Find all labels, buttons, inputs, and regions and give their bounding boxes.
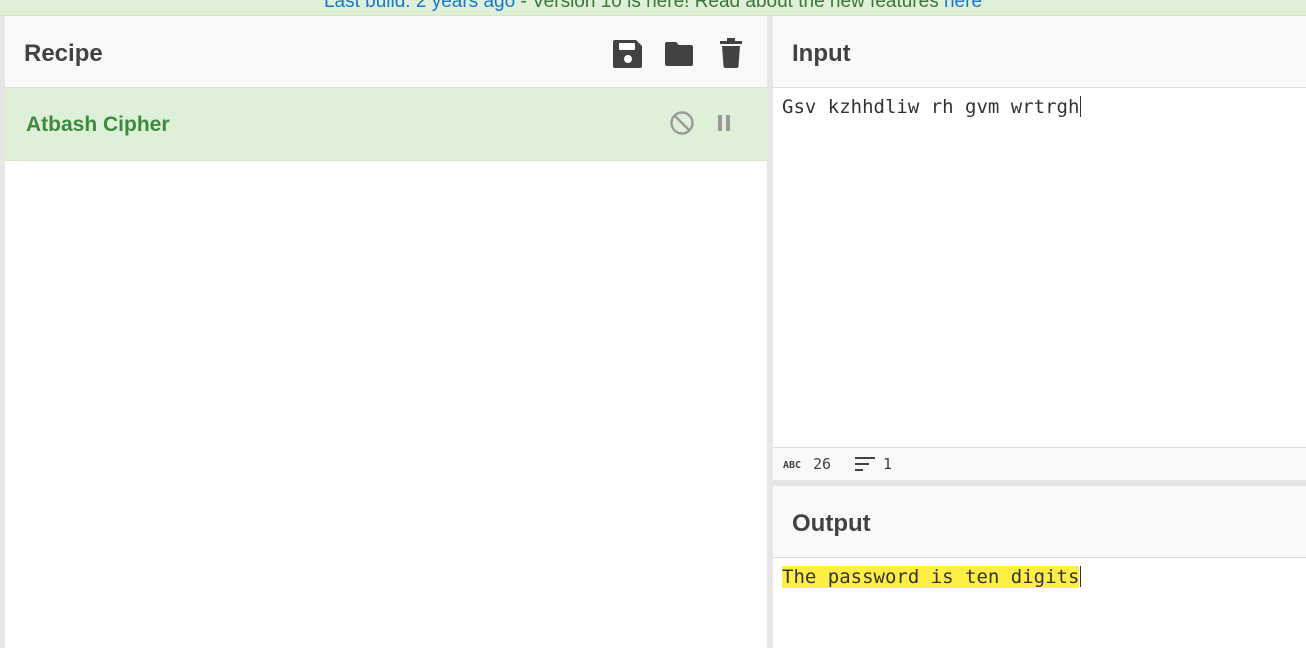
banner-version-text: Version 10 is here! Read about the new f… xyxy=(532,0,939,12)
recipe-header: Recipe xyxy=(5,16,767,88)
input-status-bar: ABC 26 1 xyxy=(773,447,1306,480)
disable-operation-button[interactable] xyxy=(668,109,696,137)
banner-separator: - xyxy=(520,0,527,12)
input-text: Gsv kzhhdliw rh gvm wrtrgh xyxy=(782,96,1080,118)
output-textarea[interactable]: The password is ten digits xyxy=(782,566,1082,588)
trash-icon xyxy=(720,38,742,68)
clear-recipe-button[interactable] xyxy=(715,37,747,69)
output-title: Output xyxy=(792,510,871,537)
abc-icon: ABC xyxy=(783,460,801,470)
input-lines-value: 1 xyxy=(883,455,893,473)
save-recipe-button[interactable] xyxy=(612,37,644,69)
recipe-title: Recipe xyxy=(24,40,103,67)
last-build-link[interactable]: Last build: 2 years ago xyxy=(324,0,515,12)
release-notes-link[interactable]: here xyxy=(944,0,982,12)
input-title: Input xyxy=(792,40,851,67)
lines-icon xyxy=(855,457,875,471)
input-length-value: 26 xyxy=(813,455,832,473)
notice-banner: Last build: 2 years ago - Version 10 is … xyxy=(0,0,1306,16)
output-header: Output xyxy=(773,486,1306,558)
text-caret xyxy=(1080,96,1082,117)
input-textarea[interactable]: Gsv kzhhdliw rh gvm wrtrgh xyxy=(782,96,1082,118)
input-lines-stat: 1 xyxy=(855,448,892,480)
save-icon xyxy=(613,40,642,68)
operation-name: Atbash Cipher xyxy=(26,113,170,136)
operation-atbash-cipher[interactable]: Atbash Cipher xyxy=(5,88,767,161)
output-caret xyxy=(1080,566,1082,587)
ban-icon xyxy=(670,111,694,135)
input-length-stat: ABC 26 xyxy=(783,448,831,480)
recipe-pane: Recipe Atbash Cipher xyxy=(5,16,767,648)
pause-icon xyxy=(718,115,730,131)
folder-icon xyxy=(665,42,693,66)
output-text: The password is ten digits xyxy=(782,566,1080,588)
load-recipe-button[interactable] xyxy=(663,37,695,69)
breakpoint-button[interactable] xyxy=(710,109,738,137)
input-header: Input xyxy=(773,16,1306,88)
input-pane: Input Gsv kzhhdliw rh gvm wrtrgh ABC 26 … xyxy=(773,16,1306,480)
svg-text:ABC: ABC xyxy=(783,460,801,470)
output-pane: Output The password is ten digits xyxy=(773,486,1306,648)
